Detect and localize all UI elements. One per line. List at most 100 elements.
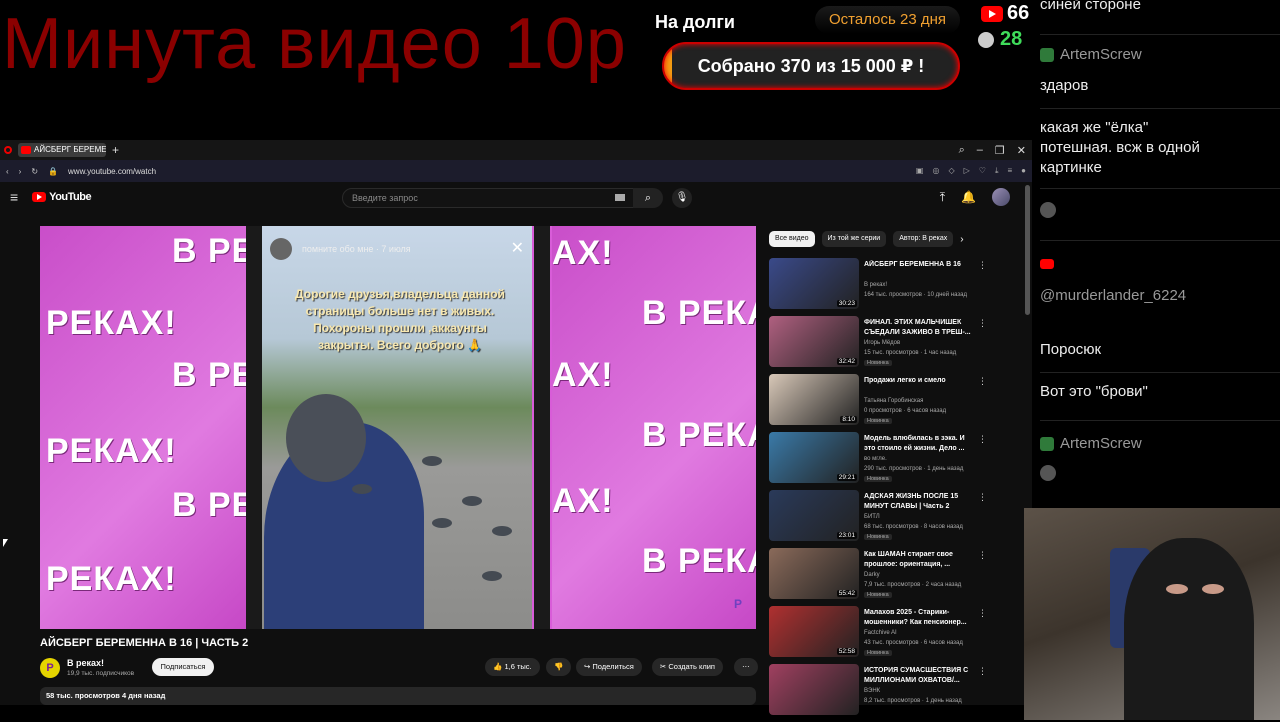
search-input[interactable]: Введите запрос	[342, 188, 634, 208]
chip-all-videos[interactable]: Все видео	[769, 231, 815, 247]
recommendation-item[interactable]: ИСТОРИЯ СУМАСШЕСТВИЯ С МИЛЛИОНАМИ ОХВАТО…	[769, 664, 991, 722]
video-player[interactable]: В РЕ РЕКАХ! В РЕ РЕКАХ! В РЕ РЕКАХ! помн…	[40, 226, 756, 629]
video-thumbnail[interactable]	[769, 664, 859, 715]
chat-username-text: ArtemScrew	[1060, 46, 1142, 63]
recommendation-channel[interactable]: Татьяна Горобинская	[864, 398, 923, 404]
back-icon[interactable]: ‹	[6, 167, 9, 176]
recommendation-channel[interactable]: В реках!	[864, 282, 887, 288]
profile-icon[interactable]: ●	[1021, 166, 1026, 176]
video-thumbnail[interactable]: 52:58	[769, 606, 859, 657]
emote-icon	[1040, 202, 1056, 218]
keyboard-icon[interactable]	[615, 194, 625, 201]
recommendation-channel[interactable]: Factchive AI	[864, 630, 897, 636]
browser-tab[interactable]: АЙСБЕРГ БЕРЕМЕНН	[18, 143, 106, 157]
more-vertical-icon[interactable]: ⋮	[978, 666, 987, 677]
channel-name[interactable]: В реках!	[67, 658, 104, 668]
more-actions-button[interactable]: ⋯	[734, 658, 758, 676]
upload-icon[interactable]: ⤒	[940, 190, 945, 205]
description-box[interactable]: 58 тыс. просмотров 4 дня назад	[40, 687, 756, 705]
search-button[interactable]: ⌕	[633, 188, 663, 208]
chat-message: здаров	[1040, 77, 1089, 94]
recommendation-title[interactable]: Как ШАМАН стирает свое прошлое: ориентац…	[864, 550, 976, 570]
new-tab-icon[interactable]: +	[112, 143, 119, 157]
recommendation-item[interactable]: 30:23 АЙСБЕРГ БЕРЕМЕННА В 16 В реках! 164 т…	[769, 258, 991, 316]
scrollbar[interactable]	[1025, 185, 1030, 315]
chip-author[interactable]: Автор: В реках	[893, 231, 954, 247]
more-vertical-icon[interactable]: ⋮	[978, 492, 987, 503]
more-vertical-icon[interactable]: ⋮	[978, 260, 987, 271]
donation-ticker: Минута видео 10р	[2, 4, 627, 84]
share-button[interactable]: ↪ Поделиться	[576, 658, 642, 676]
more-vertical-icon[interactable]: ⋮	[978, 608, 987, 619]
story-frame: помните обо мне · 7 июля ✕ Дорогие друзь…	[262, 226, 532, 629]
close-window-icon[interactable]: ✕	[1017, 144, 1026, 157]
account-avatar[interactable]	[992, 188, 1010, 206]
pigeon	[462, 496, 482, 506]
video-thumbnail[interactable]: 55:42	[769, 548, 859, 599]
video-thumbnail[interactable]: 23:01	[769, 490, 859, 541]
subscribe-button[interactable]: Подписаться	[152, 658, 214, 676]
reload-icon[interactable]: ↻	[31, 167, 38, 176]
recommendation-title[interactable]: ФИНАЛ. ЭТИХ МАЛЬЧИШЕК СЪЕДАЛИ ЗАЖИВО В Т…	[864, 318, 976, 338]
opera-icon[interactable]	[4, 146, 12, 154]
more-vertical-icon[interactable]: ⋮	[978, 550, 987, 561]
url-field[interactable]: www.youtube.com/watch	[68, 167, 906, 176]
recommendation-title[interactable]: ИСТОРИЯ СУМАСШЕСТВИЯ С МИЛЛИОНАМИ ОХВАТО…	[864, 666, 976, 686]
recommendation-title[interactable]: АЙСБЕРГ БЕРЕМЕННА В 16	[864, 260, 976, 270]
recommendation-title[interactable]: Продажи легко и смело	[864, 376, 976, 386]
video-thumbnail[interactable]: 32:42	[769, 316, 859, 367]
search-tabs-icon[interactable]: ⌕	[959, 144, 965, 157]
recommendation-item[interactable]: 55:42 Как ШАМАН стирает свое прошлое: ори…	[769, 548, 991, 606]
recommendation-channel[interactable]: ВЭНК	[864, 688, 880, 694]
chevron-right-icon[interactable]: ›	[960, 234, 963, 245]
minimize-icon[interactable]: –	[977, 144, 983, 157]
download-icon[interactable]: ⤓	[995, 166, 999, 176]
chat-emote-row	[1040, 202, 1280, 222]
recommendation-meta: 164 тыс. просмотров · 10 дней назад	[864, 292, 967, 298]
recommendation-channel[interactable]: Darky	[864, 572, 880, 578]
recommendation-channel[interactable]: БИТЛ	[864, 514, 880, 520]
recommendation-item[interactable]: 52:58 Малахов 2025 - Старики-мошенники? К…	[769, 606, 991, 664]
play-icon[interactable]: ▷	[964, 166, 970, 176]
bell-icon[interactable]: 🔔	[961, 190, 976, 204]
recommendation-channel[interactable]: во мгле.	[864, 456, 887, 462]
recommendation-item[interactable]: 8:10 Продажи легко и смело Татьяна Горобин…	[769, 374, 991, 432]
like-button[interactable]: 👍 1,6 тыс.	[485, 658, 540, 676]
channel-avatar[interactable]: P	[40, 658, 60, 678]
thumbs-down-icon: 👎	[554, 662, 564, 671]
clip-label: Создать клип	[668, 662, 715, 671]
video-thumbnail[interactable]: 30:23	[769, 258, 859, 309]
recommendations-list: 30:23 АЙСБЕРГ БЕРЕМЕННА В 16 В реках! 164 т…	[769, 258, 991, 722]
clip-button[interactable]: ✂ Создать клип	[652, 658, 723, 676]
pigeon	[482, 571, 502, 581]
more-vertical-icon[interactable]: ⋮	[978, 376, 987, 387]
youtube-logo-icon	[32, 192, 47, 202]
youtube-logo[interactable]: YouTube	[32, 191, 92, 203]
more-vertical-icon[interactable]: ⋮	[978, 318, 987, 329]
camera-icon[interactable]: ◎	[932, 166, 939, 176]
recommendation-meta: 8,2 тыс. просмотров · 1 день назад	[864, 698, 962, 704]
chip-same-series[interactable]: Из той же серии	[821, 231, 887, 247]
menu-icon[interactable]: ≡	[1007, 166, 1012, 176]
extensions-bar: ▣ ◎ ◇ ▷ ♡ ⤓ ≡ ●	[916, 166, 1026, 176]
heart-icon[interactable]: ♡	[979, 166, 986, 176]
voice-search-button[interactable]: 🎙	[672, 188, 692, 208]
promo-panel-left: В РЕ РЕКАХ! В РЕ РЕКАХ! В РЕ РЕКАХ!	[40, 226, 254, 629]
more-vertical-icon[interactable]: ⋮	[978, 434, 987, 445]
recommendation-channel[interactable]: Игорь Мёдов	[864, 340, 900, 346]
restore-icon[interactable]: ❐	[995, 144, 1005, 157]
video-thumbnail[interactable]: 29:21	[769, 432, 859, 483]
shield-icon[interactable]: ◇	[948, 166, 954, 176]
forward-icon[interactable]: ›	[19, 167, 22, 176]
story-author: помните обо мне · 7 июля	[302, 244, 411, 254]
extension-icon[interactable]: ▣	[916, 166, 924, 176]
recommendation-title[interactable]: Модель влюбилась в зэка. И это стоило ей…	[864, 434, 976, 454]
recommendation-item[interactable]: 29:21 Модель влюбилась в зэка. И это стои…	[769, 432, 991, 490]
recommendation-title[interactable]: АДСКАЯ ЖИЗНЬ ПОСЛЕ 15 МИНУТ СЛАВЫ | Част…	[864, 492, 976, 512]
hamburger-icon[interactable]: ≡	[10, 189, 18, 205]
recommendation-title[interactable]: Малахов 2025 - Старики-мошенники? Как пе…	[864, 608, 976, 628]
recommendation-item[interactable]: 23:01 АДСКАЯ ЖИЗНЬ ПОСЛЕ 15 МИНУТ СЛАВЫ |…	[769, 490, 991, 548]
video-thumbnail[interactable]: 8:10	[769, 374, 859, 425]
dislike-button[interactable]: 👎	[546, 658, 572, 676]
recommendation-item[interactable]: 32:42 ФИНАЛ. ЭТИХ МАЛЬЧИШЕК СЪЕДАЛИ ЗАЖИВ…	[769, 316, 991, 374]
